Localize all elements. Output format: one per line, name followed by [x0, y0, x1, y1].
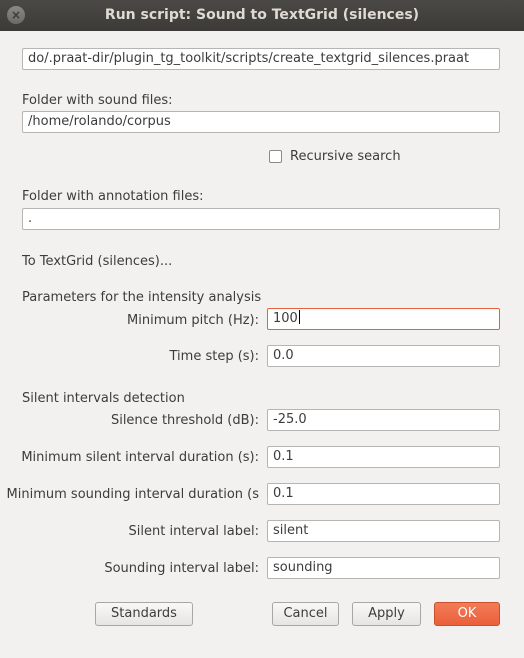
silent-interval-label-label: Silent interval label: — [128, 524, 259, 539]
silent-interval-label-field[interactable]: silent — [267, 520, 500, 542]
script-path-field[interactable]: do/.praat-dir/plugin_tg_toolkit/scripts/… — [22, 48, 500, 70]
standards-button[interactable]: Standards — [95, 602, 193, 626]
recursive-search-label: Recursive search — [290, 149, 401, 164]
ok-button[interactable]: OK — [434, 602, 500, 626]
silence-threshold-label: Silence threshold (dB): — [110, 413, 259, 428]
min-sounding-duration-label: Minimum sounding interval duration (s — [6, 487, 259, 502]
min-silent-duration-field[interactable]: 0.1 — [267, 446, 500, 468]
intensity-heading: Parameters for the intensity analysis — [22, 290, 262, 305]
min-silent-duration-label: Minimum silent interval duration (s): — [21, 450, 259, 465]
apply-button[interactable]: Apply — [352, 602, 421, 626]
sound-folder-field[interactable]: /home/rolando/corpus — [22, 111, 500, 133]
sounding-interval-label-field[interactable]: sounding — [267, 557, 500, 579]
sound-folder-label: Folder with sound files: — [22, 93, 173, 108]
silent-detection-heading: Silent intervals detection — [22, 391, 185, 406]
text-caret — [298, 310, 300, 324]
cancel-button[interactable]: Cancel — [272, 602, 339, 626]
min-sounding-duration-field[interactable]: 0.1 — [267, 483, 500, 505]
annotation-folder-field[interactable]: . — [22, 208, 500, 230]
recursive-search-checkbox[interactable] — [269, 150, 282, 163]
section-heading: To TextGrid (silences)... — [22, 254, 173, 269]
min-pitch-label: Minimum pitch (Hz): — [127, 313, 259, 328]
title-bar: × Run script: Sound to TextGrid (silence… — [0, 0, 524, 31]
time-step-field[interactable]: 0.0 — [267, 345, 500, 367]
silence-threshold-field[interactable]: -25.0 — [267, 409, 500, 431]
min-pitch-value: 100 — [273, 311, 298, 326]
annotation-folder-label: Folder with annotation files: — [22, 189, 204, 204]
window-title: Run script: Sound to TextGrid (silences) — [104, 7, 420, 23]
sounding-interval-label-label: Sounding interval label: — [104, 561, 259, 576]
time-step-label: Time step (s): — [169, 349, 260, 364]
min-pitch-field[interactable]: 100 — [267, 308, 500, 330]
